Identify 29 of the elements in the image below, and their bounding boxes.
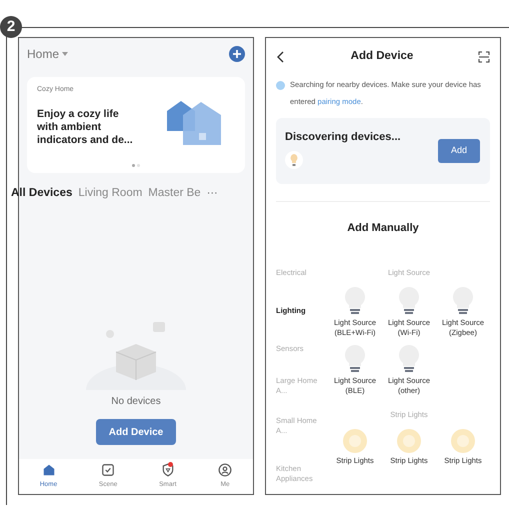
- discovering-title: Discovering devices...: [285, 130, 402, 145]
- room-tab[interactable]: Living Room: [78, 185, 142, 202]
- light-strip-reel-icon: [396, 428, 422, 454]
- add-device-button[interactable]: Add Device: [96, 419, 176, 445]
- searching-indicator-icon: [276, 81, 285, 90]
- step-badge: 2: [0, 16, 22, 38]
- shield-icon: [160, 463, 175, 478]
- banner-headline: Enjoy a cozy life with ambient indicators and de...: [37, 108, 134, 146]
- section-title: Add Manually: [346, 221, 420, 236]
- light-strip-reel-icon: [450, 428, 476, 454]
- checkbox-icon: [101, 463, 116, 478]
- more-tabs-button[interactable]: ···: [206, 185, 218, 202]
- light-bulb-icon: [344, 344, 366, 374]
- home-selector[interactable]: Home: [27, 45, 68, 63]
- add-button[interactable]: Add: [438, 139, 480, 163]
- room-tab[interactable]: Master Be: [148, 185, 201, 202]
- back-icon[interactable]: [276, 51, 286, 63]
- light-bulb-icon: [344, 286, 366, 316]
- scan-icon[interactable]: [478, 51, 490, 63]
- light-bulb-icon: [452, 286, 474, 316]
- home-icon: [42, 463, 56, 478]
- screen-title: Add Device: [350, 49, 414, 64]
- light-bulb-icon: [398, 286, 420, 316]
- profile-icon: [218, 463, 232, 478]
- empty-state-text: No devices: [111, 395, 161, 409]
- light-strip-reel-icon: [342, 428, 368, 454]
- light-bulb-icon: [398, 344, 420, 374]
- add-icon[interactable]: [229, 46, 245, 62]
- light-bulb-icon: [285, 150, 303, 168]
